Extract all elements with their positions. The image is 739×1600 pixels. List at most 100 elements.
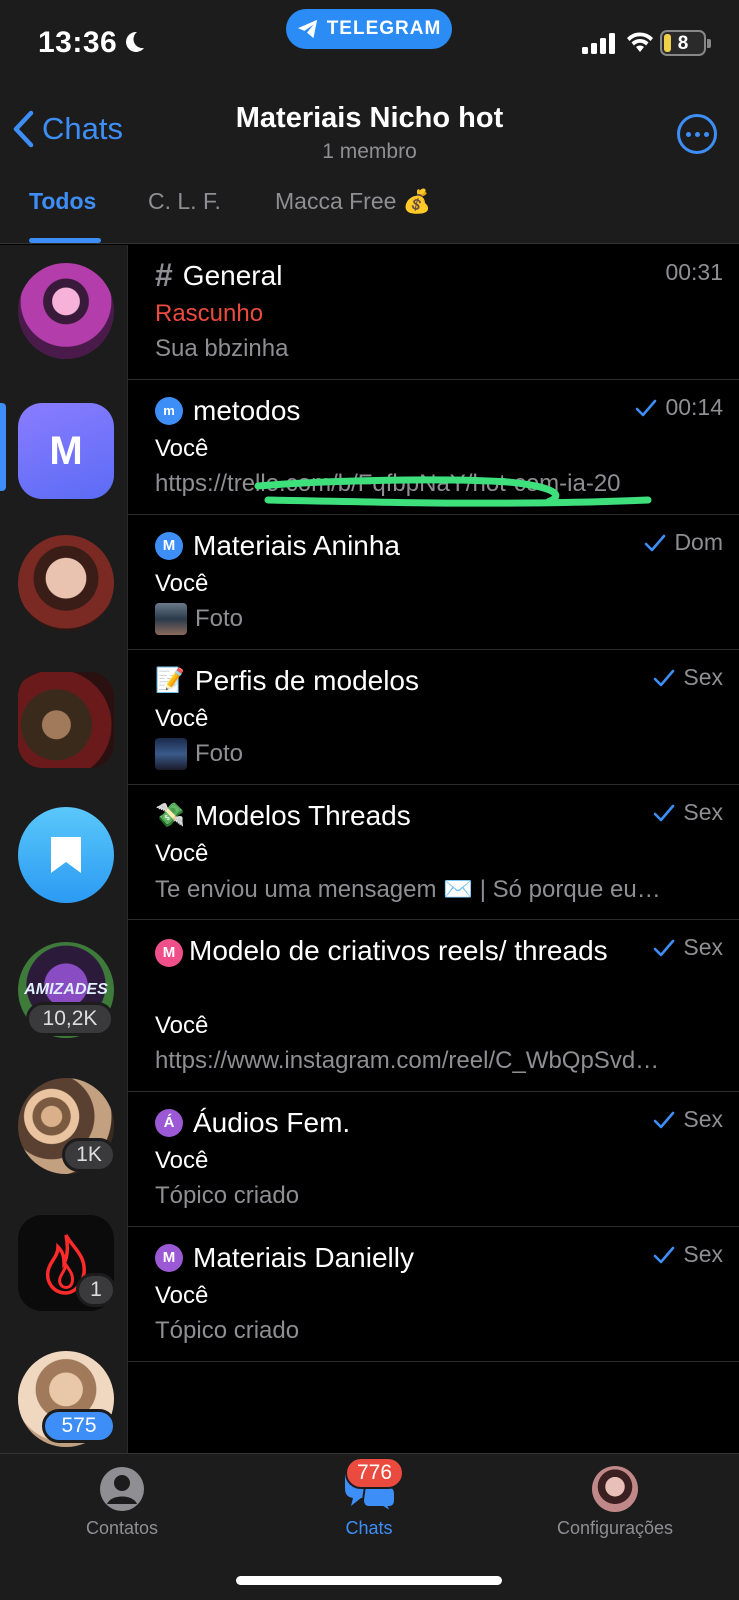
avatar xyxy=(18,807,114,903)
tab-active-indicator xyxy=(29,238,101,243)
tab-clf[interactable]: C. L. F. xyxy=(148,188,221,215)
topic-icon: m xyxy=(155,396,183,425)
unread-badge: 1K xyxy=(62,1138,116,1172)
battery-level: 8 xyxy=(677,33,689,54)
moon-icon xyxy=(126,31,144,52)
avatar xyxy=(18,535,114,631)
sidebar-item-1[interactable] xyxy=(18,263,114,359)
read-check-icon xyxy=(654,939,675,956)
avatar xyxy=(18,672,114,768)
sidebar-item-6[interactable]: AMIZADES 10,2K xyxy=(18,942,114,1038)
topic-preview: Foto xyxy=(155,603,725,635)
photo-thumbnail xyxy=(155,603,187,635)
unread-badge: 10,2K xyxy=(26,1002,114,1036)
sidebar-item-8[interactable]: 1 xyxy=(18,1215,116,1311)
topic-title: Modelos Threads xyxy=(194,800,411,831)
draft-label: Rascunho xyxy=(155,300,264,327)
topic-time: Dom xyxy=(644,529,723,556)
sender-label: Você xyxy=(155,840,209,867)
sidebar-item-9[interactable]: 575 xyxy=(18,1351,116,1447)
sidebar-item-7[interactable]: 1K xyxy=(18,1078,116,1174)
page-title[interactable]: Materiais Nicho hot xyxy=(0,102,739,135)
read-check-icon xyxy=(654,669,675,686)
more-options-button[interactable] xyxy=(677,114,717,154)
scribble-highlight xyxy=(254,476,652,507)
topic-time: Sex xyxy=(653,1106,723,1133)
status-time: 13:36 xyxy=(38,26,118,59)
topic-row-materiais-aninha[interactable]: M Materiais Aninha Dom Você Foto xyxy=(128,515,739,650)
bookmark-icon xyxy=(51,837,81,873)
avatar: M xyxy=(18,403,114,499)
topic-title: metodos xyxy=(193,395,301,426)
tab-todos[interactable]: Todos xyxy=(29,188,96,215)
topic-time: Sex xyxy=(653,934,723,961)
topic-time: Sex xyxy=(653,664,723,691)
more-icon xyxy=(685,131,691,137)
topic-row-materiais-danielly[interactable]: M Materiais Danielly Sex Você Tópico cri… xyxy=(128,1227,739,1362)
topic-preview: https://www.instagram.com/reel/C_WbQpSvd… xyxy=(155,1047,660,1074)
avatar-text: AMIZADES xyxy=(24,981,108,998)
topic-time: Sex xyxy=(653,1241,723,1268)
sidebar-item-2[interactable]: M xyxy=(18,403,114,499)
topic-row-modelo-de-criativos[interactable]: M Modelo de criativos reels/ threads Sex … xyxy=(128,920,739,1092)
header: Chats Materiais Nicho hot 1 membro Todos… xyxy=(0,88,739,244)
home-indicator xyxy=(236,1576,502,1585)
topic-preview: Foto xyxy=(155,738,725,770)
person-icon xyxy=(99,1466,145,1512)
member-count: 1 membro xyxy=(322,140,417,163)
telegram-pill[interactable]: TELEGRAM xyxy=(286,9,452,49)
sender-label: Você xyxy=(155,705,209,732)
sender-label: Você xyxy=(155,1012,209,1039)
tab-label: Contatos xyxy=(85,1518,159,1538)
unread-badge: 575 xyxy=(42,1409,116,1443)
sender-label: Você xyxy=(155,1282,209,1309)
read-check-icon xyxy=(654,804,675,821)
sender-label: Você xyxy=(155,570,209,597)
sidebar-item-4[interactable] xyxy=(18,672,114,768)
topic-row-audios-fem[interactable]: Á Áudios Fem. Sex Você Tópico criado xyxy=(128,1092,739,1227)
sidebar: M AMIZADES 10,2K 1K 1 575 xyxy=(0,245,128,1453)
topic-icon: M xyxy=(155,1243,183,1272)
hashtag-icon: # xyxy=(155,257,173,293)
selected-indicator xyxy=(0,403,6,491)
avatar xyxy=(18,263,114,359)
sidebar-item-5[interactable] xyxy=(18,807,114,903)
avatar-letter: M xyxy=(49,428,83,473)
topic-row-metodos[interactable]: m metodos 00:14 Você https://trello.com/… xyxy=(128,380,739,515)
folder-tabs: Todos C. L. F. Macca Free 💰 xyxy=(0,188,739,244)
sidebar-item-3[interactable] xyxy=(18,535,114,631)
wifi-icon xyxy=(627,32,653,52)
topic-title: Áudios Fem. xyxy=(193,1107,351,1138)
topic-row-modelos-threads[interactable]: 💸 Modelos Threads Sex Você Te enviou uma… xyxy=(128,785,739,920)
topic-row-perfis-de-modelos[interactable]: 📝 Perfis de modelos Sex Você Foto xyxy=(128,650,739,785)
topic-title: Materiais Danielly xyxy=(193,1242,414,1273)
read-check-icon xyxy=(654,1111,675,1128)
battery-icon: 8 xyxy=(660,30,711,56)
topic-time: 00:14 xyxy=(635,394,723,421)
telegram-pill-label: TELEGRAM xyxy=(326,18,442,39)
read-check-icon xyxy=(636,399,657,416)
topic-title: General xyxy=(182,260,283,291)
photo-thumbnail xyxy=(155,738,187,770)
status-bar: 13:36 TELEGRAM 8 xyxy=(0,0,739,88)
signal-icon xyxy=(582,33,615,54)
topic-icon: M xyxy=(155,938,183,967)
topic-row-general[interactable]: # General 00:31 Rascunho Sua bbzinha xyxy=(128,245,739,380)
topic-time: 00:31 xyxy=(665,259,723,285)
topic-icon: M xyxy=(155,531,183,560)
topic-preview: Tópico criado xyxy=(155,1182,300,1209)
topic-preview: Te enviou uma mensagem ✉️ | Só porque eu… xyxy=(155,876,661,903)
topic-title: Perfis de modelos xyxy=(194,665,419,696)
sender-label: Você xyxy=(155,1147,209,1174)
tab-configuracoes[interactable]: Configurações xyxy=(515,1466,715,1539)
read-check-icon xyxy=(645,534,666,551)
tab-macca-free[interactable]: Macca Free 💰 xyxy=(275,188,431,215)
tab-label: Chats xyxy=(345,1518,393,1538)
topic-preview: Tópico criado xyxy=(155,1317,300,1344)
money-icon: 💸 xyxy=(155,802,185,829)
avatar xyxy=(592,1466,638,1512)
tab-contatos[interactable]: Contatos xyxy=(22,1466,222,1539)
topic-title: Materiais Aninha xyxy=(193,530,401,561)
topic-icon: Á xyxy=(155,1108,183,1137)
topic-title: Modelo de criativos reels/ threads xyxy=(189,935,608,966)
